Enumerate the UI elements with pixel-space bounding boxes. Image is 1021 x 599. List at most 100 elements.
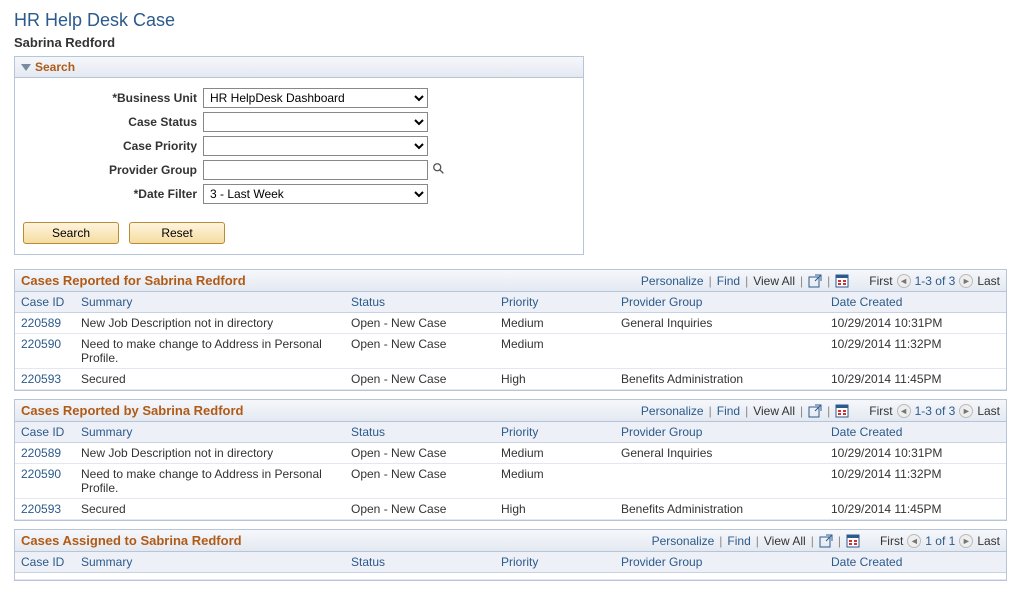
cell-case-id[interactable]: 220590 xyxy=(15,334,75,369)
cell-status: Open - New Case xyxy=(345,369,495,390)
cell-status: Open - New Case xyxy=(345,464,495,499)
nav-last[interactable]: Last xyxy=(977,274,1000,288)
table-row: 220589 New Job Description not in direct… xyxy=(15,443,1006,464)
cell-priority: Medium xyxy=(495,313,615,334)
personalize-link[interactable]: Personalize xyxy=(641,274,704,288)
grid-toolbar: Personalize | Find | View All | | First … xyxy=(652,534,1000,548)
cell-date-created: 10/29/2014 10:31PM xyxy=(825,313,1006,334)
cell-status: Open - New Case xyxy=(345,334,495,369)
col-date-created[interactable]: Date Created xyxy=(825,552,1006,573)
nav-range[interactable]: 1-3 of 3 xyxy=(915,404,956,418)
table-row: 220590 Need to make change to Address in… xyxy=(15,464,1006,499)
nav-first[interactable]: First xyxy=(869,404,892,418)
grid-panel: Cases Assigned to Sabrina Redford Person… xyxy=(14,529,1007,581)
col-case-id[interactable]: Case ID xyxy=(15,552,75,573)
download-icon[interactable] xyxy=(835,404,849,418)
col-provider-group[interactable]: Provider Group xyxy=(615,422,825,443)
col-provider-group[interactable]: Provider Group xyxy=(615,292,825,313)
cell-case-id[interactable] xyxy=(15,573,75,580)
cell-provider-group xyxy=(615,464,825,499)
select-date-filter[interactable]: 3 - Last Week xyxy=(203,184,428,204)
col-status[interactable]: Status xyxy=(345,422,495,443)
table-row: 220593 Secured Open - New Case High Bene… xyxy=(15,369,1006,390)
col-case-id[interactable]: Case ID xyxy=(15,292,75,313)
nav-prev-icon[interactable]: ◄ xyxy=(907,534,921,548)
cell-status: Open - New Case xyxy=(345,443,495,464)
cell-case-id[interactable]: 220589 xyxy=(15,313,75,334)
nav-first[interactable]: First xyxy=(869,274,892,288)
cell-case-id[interactable]: 220593 xyxy=(15,499,75,520)
cell-summary: Need to make change to Address in Person… xyxy=(75,464,345,499)
cell-provider-group xyxy=(615,334,825,369)
find-link[interactable]: Find xyxy=(717,404,740,418)
nav-prev-icon[interactable]: ◄ xyxy=(897,274,911,288)
col-priority[interactable]: Priority xyxy=(495,552,615,573)
download-icon[interactable] xyxy=(846,534,860,548)
search-header[interactable]: Search xyxy=(15,57,583,78)
cell-date-created: 10/29/2014 11:45PM xyxy=(825,499,1006,520)
cell-case-id[interactable]: 220589 xyxy=(15,443,75,464)
reset-button[interactable]: Reset xyxy=(129,222,225,244)
col-status[interactable]: Status xyxy=(345,292,495,313)
cell-priority: Medium xyxy=(495,443,615,464)
grid-title: Cases Reported for Sabrina Redford xyxy=(21,273,246,288)
cell-status: Open - New Case xyxy=(345,313,495,334)
find-link[interactable]: Find xyxy=(717,274,740,288)
cell-status xyxy=(345,573,495,580)
cell-provider-group: Benefits Administration xyxy=(615,499,825,520)
table-row: 220593 Secured Open - New Case High Bene… xyxy=(15,499,1006,520)
col-summary[interactable]: Summary xyxy=(75,422,345,443)
nav-last[interactable]: Last xyxy=(977,534,1000,548)
col-date-created[interactable]: Date Created xyxy=(825,422,1006,443)
view-all-link[interactable]: View All xyxy=(753,274,795,288)
search-title: Search xyxy=(35,60,75,74)
select-case-status[interactable] xyxy=(203,112,428,132)
nav-last[interactable]: Last xyxy=(977,404,1000,418)
cell-summary: Need to make change to Address in Person… xyxy=(75,334,345,369)
grid-header: Cases Reported by Sabrina Redford Person… xyxy=(15,400,1006,422)
nav-range[interactable]: 1-3 of 3 xyxy=(915,274,956,288)
col-priority[interactable]: Priority xyxy=(495,292,615,313)
cell-case-id[interactable]: 220593 xyxy=(15,369,75,390)
nav-first[interactable]: First xyxy=(880,534,903,548)
view-all-link[interactable]: View All xyxy=(753,404,795,418)
select-business-unit[interactable]: HR HelpDesk Dashboard xyxy=(203,88,428,108)
col-summary[interactable]: Summary xyxy=(75,292,345,313)
download-icon[interactable] xyxy=(835,274,849,288)
view-all-link[interactable]: View All xyxy=(764,534,806,548)
grid-header: Cases Assigned to Sabrina Redford Person… xyxy=(15,530,1006,552)
nav-range[interactable]: 1 of 1 xyxy=(925,534,955,548)
grid-title: Cases Reported by Sabrina Redford xyxy=(21,403,244,418)
col-status[interactable]: Status xyxy=(345,552,495,573)
search-button[interactable]: Search xyxy=(23,222,119,244)
grid-title: Cases Assigned to Sabrina Redford xyxy=(21,533,242,548)
col-provider-group[interactable]: Provider Group xyxy=(615,552,825,573)
cell-date-created: 10/29/2014 11:32PM xyxy=(825,334,1006,369)
nav-prev-icon[interactable]: ◄ xyxy=(897,404,911,418)
lookup-icon[interactable] xyxy=(432,162,446,179)
find-link[interactable]: Find xyxy=(727,534,750,548)
col-date-created[interactable]: Date Created xyxy=(825,292,1006,313)
cell-date-created xyxy=(825,573,1006,580)
cell-case-id[interactable]: 220590 xyxy=(15,464,75,499)
cell-date-created: 10/29/2014 11:32PM xyxy=(825,464,1006,499)
grid-toolbar: Personalize | Find | View All | | First … xyxy=(641,274,1000,288)
col-case-id[interactable]: Case ID xyxy=(15,422,75,443)
page-title: HR Help Desk Case xyxy=(14,10,1007,31)
input-provider-group[interactable] xyxy=(203,160,428,180)
label-date-filter: *Date Filter xyxy=(23,187,203,201)
popup-icon[interactable] xyxy=(808,404,822,418)
nav-next-icon[interactable]: ► xyxy=(959,534,973,548)
personalize-link[interactable]: Personalize xyxy=(652,534,715,548)
popup-icon[interactable] xyxy=(819,534,833,548)
label-case-priority: Case Priority xyxy=(23,139,203,153)
select-case-priority[interactable] xyxy=(203,136,428,156)
col-priority[interactable]: Priority xyxy=(495,422,615,443)
personalize-link[interactable]: Personalize xyxy=(641,404,704,418)
cell-priority xyxy=(495,573,615,580)
col-summary[interactable]: Summary xyxy=(75,552,345,573)
cell-summary: New Job Description not in directory xyxy=(75,313,345,334)
nav-next-icon[interactable]: ► xyxy=(959,404,973,418)
popup-icon[interactable] xyxy=(808,274,822,288)
nav-next-icon[interactable]: ► xyxy=(959,274,973,288)
